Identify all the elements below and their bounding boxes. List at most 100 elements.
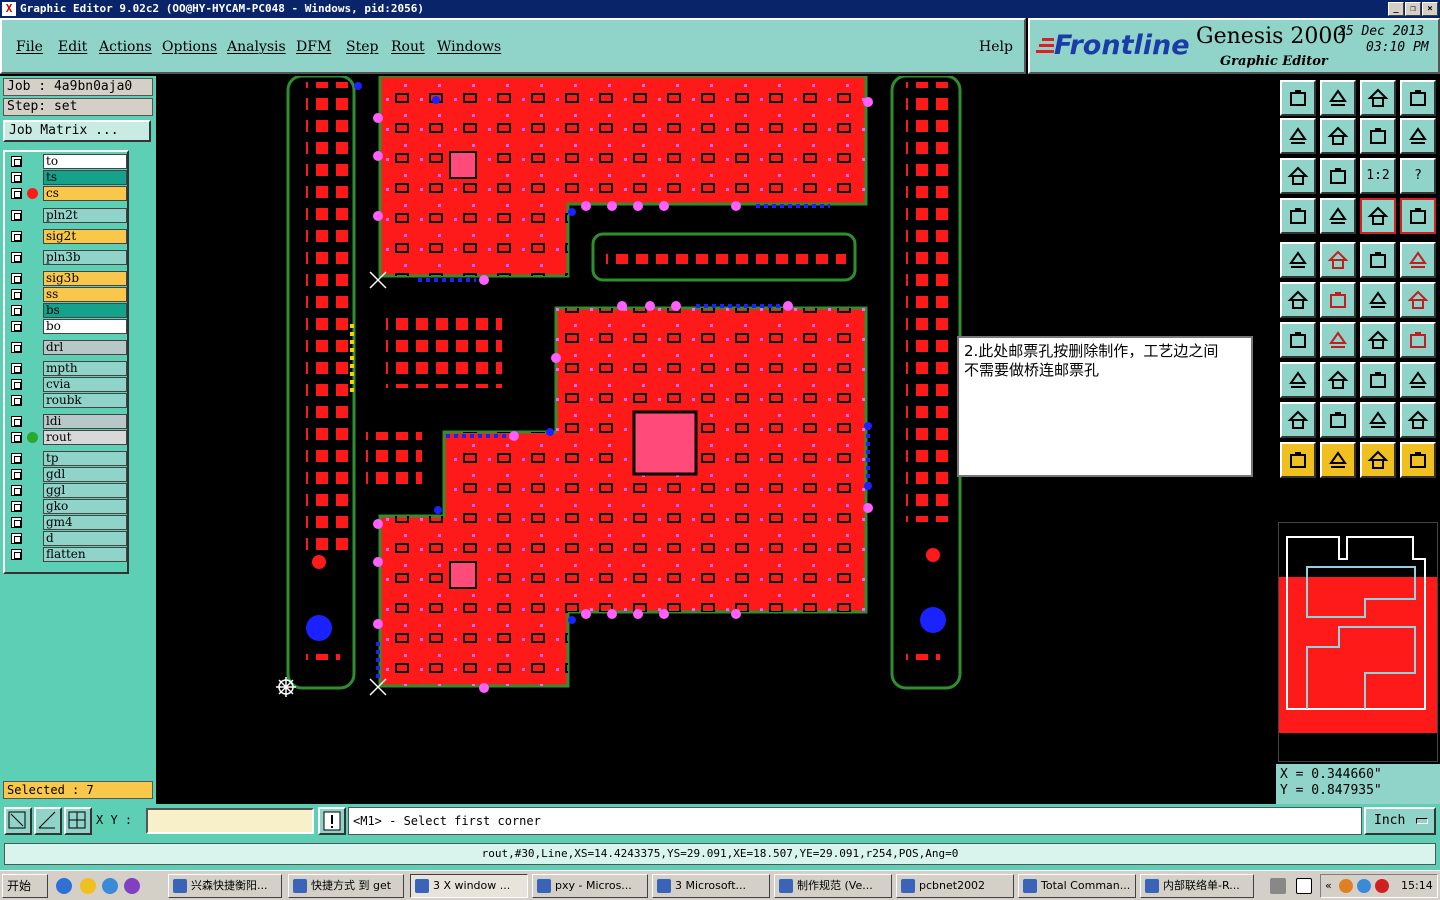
taskbar-item[interactable]: 制作规范 (Ve... [774, 874, 892, 898]
layer-row-rout[interactable]: rout [9, 430, 127, 445]
layer-row-ldi[interactable]: ldi [9, 414, 127, 429]
arc-button[interactable] [1360, 322, 1396, 358]
layer-row-roubk[interactable]: roubk [9, 393, 127, 408]
layer-checkbox[interactable] [11, 501, 22, 512]
taskbar-item[interactable]: 快捷方式 到 get [288, 874, 404, 898]
chamfer-button[interactable] [1360, 402, 1396, 438]
menu-file[interactable]: File [16, 39, 43, 55]
keyboard-icon[interactable] [1270, 878, 1286, 894]
x-window-icon[interactable] [124, 878, 140, 894]
layer-row-drl[interactable]: drl [9, 340, 127, 355]
node-button[interactable] [1400, 282, 1436, 318]
layer-checkbox[interactable] [11, 549, 22, 560]
measure-button[interactable] [1360, 282, 1396, 318]
layer-checkbox[interactable] [11, 273, 22, 284]
quicklaunch-icon[interactable] [80, 878, 96, 894]
snap-button[interactable] [1400, 242, 1436, 278]
cross-button[interactable] [1320, 282, 1356, 318]
layer-checkbox[interactable] [11, 379, 22, 390]
layer-checkbox[interactable] [11, 321, 22, 332]
open-job-button[interactable] [1280, 80, 1316, 116]
alert-button[interactable] [318, 807, 346, 835]
overview-map[interactable] [1278, 522, 1438, 762]
grid-button[interactable] [1320, 198, 1356, 234]
layer-checkbox[interactable] [11, 289, 22, 300]
measure-button[interactable] [34, 807, 62, 835]
layer-row-ss[interactable]: ss [9, 287, 127, 302]
layer-checkbox[interactable] [11, 469, 22, 480]
layer-checkbox[interactable] [11, 305, 22, 316]
home-button[interactable] [1360, 80, 1396, 116]
tray-expand-icon[interactable]: « [1325, 875, 1332, 897]
pointer-edit-button[interactable] [1360, 442, 1396, 478]
layer-checkbox[interactable] [11, 188, 22, 199]
layer-row-tp[interactable]: tp [9, 451, 127, 466]
one-to-two-button[interactable]: 1:2 [1360, 158, 1396, 194]
line-button[interactable] [1280, 322, 1316, 358]
minimize-button[interactable]: _ [1388, 2, 1404, 16]
layer-checkbox[interactable] [11, 416, 22, 427]
layer-checkbox[interactable] [11, 156, 22, 167]
layer-checkbox[interactable] [11, 485, 22, 496]
pan-button[interactable] [1320, 158, 1356, 194]
menu-actions[interactable]: Actions [99, 39, 152, 55]
taskbar-item[interactable]: 内部联络单-R... [1140, 874, 1254, 898]
tray-icon[interactable] [1357, 879, 1371, 893]
tray-icon[interactable] [1375, 879, 1389, 893]
layer-checkbox[interactable] [11, 395, 22, 406]
ruler-button[interactable] [1360, 242, 1396, 278]
layer-row-ggl[interactable]: ggl [9, 483, 127, 498]
camera-button[interactable] [1280, 242, 1316, 278]
layer-checkbox[interactable] [11, 363, 22, 374]
taskbar-item[interactable]: Total Comman... [1018, 874, 1136, 898]
layer-row-pln2t[interactable]: pln2t [9, 208, 127, 223]
layer-row-bo[interactable]: bo [9, 319, 127, 334]
polygon-button[interactable] [1320, 242, 1356, 278]
menu-edit[interactable]: Edit [58, 39, 87, 55]
layer-checkbox[interactable] [11, 252, 22, 263]
layer-checkbox[interactable] [11, 432, 22, 443]
menu-analysis[interactable]: Analysis [227, 39, 286, 55]
quicklaunch-icon[interactable] [102, 878, 118, 894]
zoom-fit-button[interactable] [4, 807, 32, 835]
edit-button[interactable] [1280, 198, 1316, 234]
help-icon[interactable] [1296, 878, 1312, 894]
taskbar-item[interactable]: 3 Microsoft... [652, 874, 770, 898]
layer-toggle-button[interactable] [1360, 198, 1396, 234]
connect-button[interactable] [1280, 282, 1316, 318]
pointer-add-button[interactable] [1320, 442, 1356, 478]
maximize-button[interactable]: ❐ [1405, 2, 1421, 16]
arrow-up-button[interactable] [1320, 402, 1356, 438]
menu-options[interactable]: Options [162, 39, 217, 55]
taskbar-item[interactable]: pxy - Micros... [532, 874, 648, 898]
start-button[interactable]: 开始 [2, 874, 48, 898]
layer-row-pln3b[interactable]: pln3b [9, 250, 127, 265]
xy-input[interactable] [146, 808, 314, 834]
layer-checkbox[interactable] [11, 210, 22, 221]
taskbar-item[interactable]: pcbnet2002 [896, 874, 1014, 898]
tray-icon[interactable] [1339, 879, 1353, 893]
layer-row-cs[interactable]: cs [9, 186, 127, 201]
pointer-button[interactable] [1280, 442, 1316, 478]
taskbar-item[interactable]: 兴森快捷衡阳... [168, 874, 282, 898]
menu-help[interactable]: Help [979, 39, 1013, 55]
layer-row-cvia[interactable]: cvia [9, 377, 127, 392]
layer-row-sig2t[interactable]: sig2t [9, 229, 127, 244]
save-button[interactable] [1320, 80, 1356, 116]
menu-windows[interactable]: Windows [437, 39, 501, 55]
layer-row-to[interactable]: to [9, 154, 127, 169]
layer-checkbox[interactable] [11, 342, 22, 353]
layer-row-flatten[interactable]: flatten [9, 547, 127, 562]
split-button[interactable] [1400, 322, 1436, 358]
menu-dfm[interactable]: DFM [296, 39, 331, 55]
units-selector[interactable]: Inch [1364, 807, 1436, 835]
group-button[interactable] [1400, 362, 1436, 398]
export-button[interactable] [1320, 118, 1356, 154]
triangle-button[interactable] [1280, 402, 1316, 438]
layer-row-gdl[interactable]: gdl [9, 467, 127, 482]
ie-icon[interactable] [56, 878, 72, 894]
zoom-fit-button[interactable] [1280, 158, 1316, 194]
layer-checkbox[interactable] [11, 172, 22, 183]
select-box-button[interactable] [1280, 362, 1316, 398]
menu-step[interactable]: Step [346, 39, 378, 55]
